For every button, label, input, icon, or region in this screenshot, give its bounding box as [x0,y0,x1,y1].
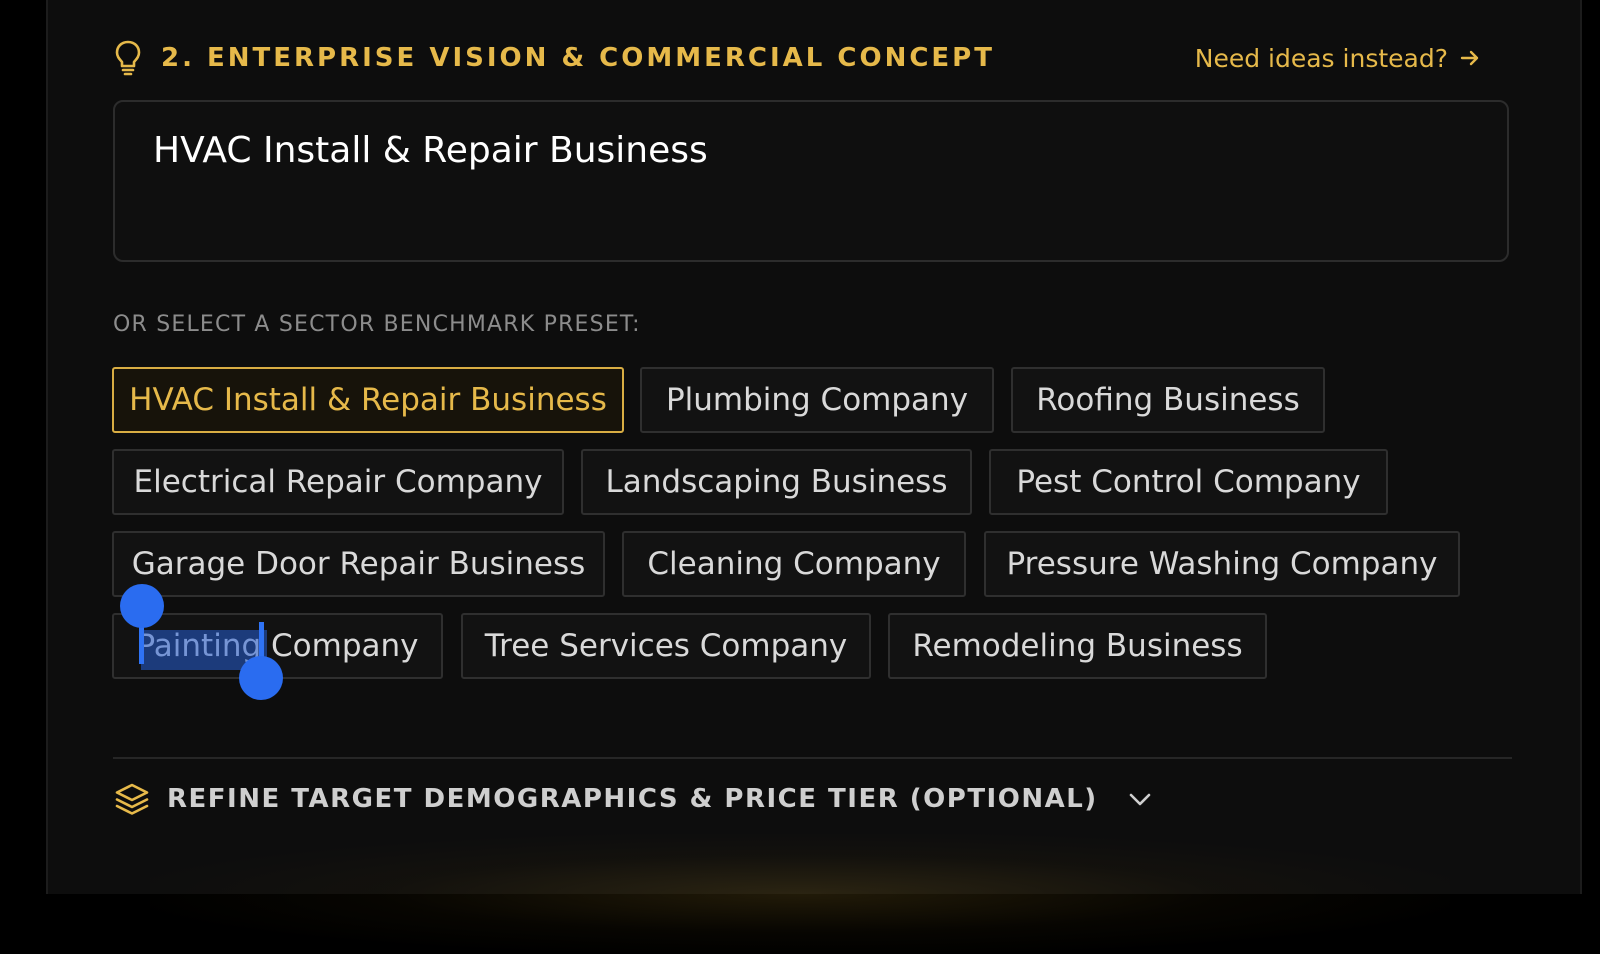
preset-chip-roofing[interactable]: Roofing Business [1011,367,1325,433]
section-title: 2. ENTERPRISE VISION & COMMERCIAL CONCEP… [113,39,995,77]
selection-start-handle[interactable] [120,584,164,628]
section-header: 2. ENTERPRISE VISION & COMMERCIAL CONCEP… [113,38,1482,78]
selection-end-handle[interactable] [239,656,283,700]
preset-chip-plumbing[interactable]: Plumbing Company [640,367,994,433]
refine-demographics-toggle[interactable]: REFINE TARGET DEMOGRAPHICS & PRICE TIER … [113,780,1154,818]
preset-chip-garage-door[interactable]: Garage Door Repair Business [112,531,605,597]
preset-section-label: OR SELECT A SECTOR BENCHMARK PRESET: [113,312,641,337]
need-ideas-label: Need ideas instead? [1195,44,1448,73]
business-concept-value: HVAC Install & Repair Business [153,130,1469,171]
lightbulb-icon [113,39,143,77]
refine-demographics-label: REFINE TARGET DEMOGRAPHICS & PRICE TIER … [167,784,1098,814]
preset-chip-electrical[interactable]: Electrical Repair Company [112,449,564,515]
preset-chip-pressure-washing[interactable]: Pressure Washing Company [984,531,1460,597]
section-divider [113,757,1512,759]
section-title-text: 2. ENTERPRISE VISION & COMMERCIAL CONCEP… [161,43,995,73]
layers-icon [113,780,151,818]
need-ideas-link[interactable]: Need ideas instead? [1195,44,1482,73]
chevron-down-icon [1126,785,1154,813]
preset-chip-hvac[interactable]: HVAC Install & Repair Business [112,367,624,433]
preset-chip-pest-control[interactable]: Pest Control Company [989,449,1388,515]
preset-chip-landscaping[interactable]: Landscaping Business [581,449,972,515]
preset-chip-remodeling[interactable]: Remodeling Business [888,613,1267,679]
preset-chip-cleaning[interactable]: Cleaning Company [622,531,966,597]
business-concept-input[interactable]: HVAC Install & Repair Business [113,100,1509,262]
arrow-right-icon [1458,46,1482,70]
preset-chip-tree-services[interactable]: Tree Services Company [461,613,871,679]
